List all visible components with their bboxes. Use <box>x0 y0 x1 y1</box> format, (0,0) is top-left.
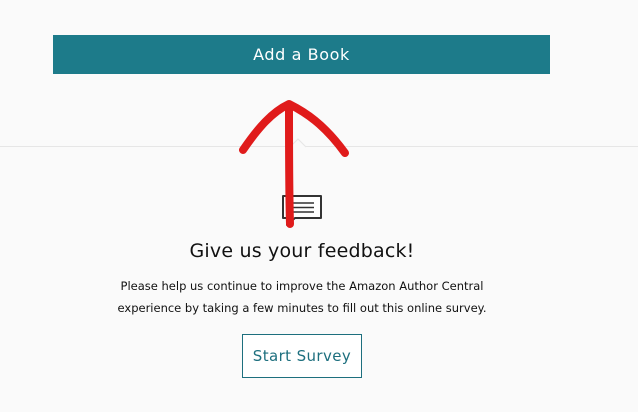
feedback-description-line-2: experience by taking a few minutes to fi… <box>117 301 487 315</box>
section-divider <box>0 146 638 147</box>
add-a-book-button[interactable]: Add a Book <box>53 35 550 74</box>
feedback-description-line-1: Please help us continue to improve the A… <box>120 279 484 293</box>
feedback-heading: Give us your feedback! <box>189 240 415 262</box>
start-survey-button[interactable]: Start Survey <box>242 334 362 378</box>
author-central-page: Add a Book Give us your feedback! Please… <box>0 0 638 412</box>
divider-notch-icon <box>289 138 307 148</box>
feedback-description: Please help us continue to improve the A… <box>0 275 604 319</box>
chat-bubble-icon <box>282 195 322 226</box>
